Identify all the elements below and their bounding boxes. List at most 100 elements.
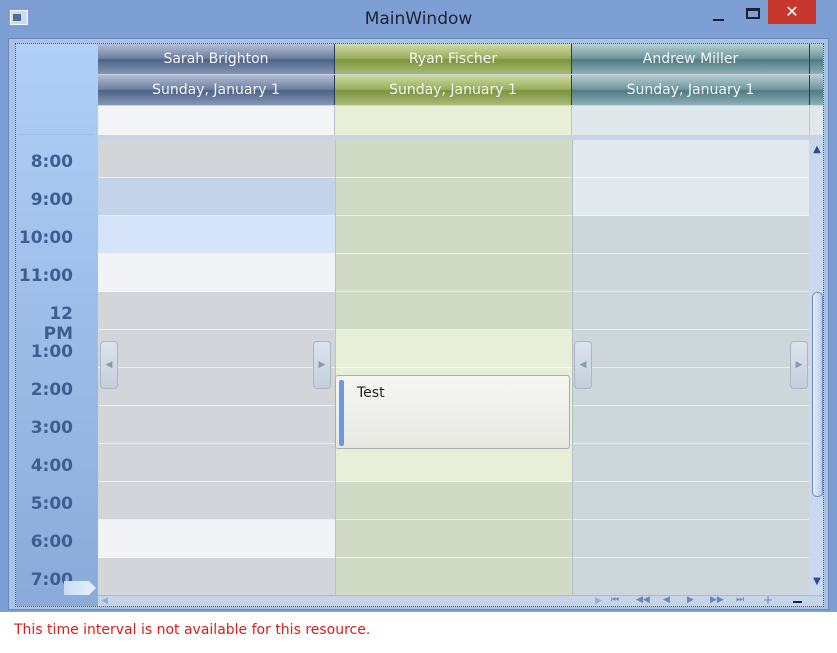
title-bar: MainWindow ✕: [0, 0, 837, 38]
scheduler: 8:00 9:00 10:00 11:00 12 PM 1:00 2:00 3:…: [15, 43, 824, 607]
day-column-sarah[interactable]: [98, 140, 335, 596]
time-slot[interactable]: [573, 254, 809, 292]
status-bar: This time interval is not available for …: [0, 612, 837, 653]
time-label: 3:00: [30, 418, 73, 438]
time-slot[interactable]: [98, 406, 335, 444]
vertical-scroll-thumb[interactable]: [812, 292, 823, 497]
time-label: 5:00: [30, 494, 73, 514]
next-appointment-button[interactable]: ▶: [313, 341, 331, 389]
time-slot[interactable]: [98, 368, 335, 406]
time-label: 2:00: [30, 380, 73, 400]
nav-right-icon: ▶: [318, 360, 326, 370]
scroll-down-icon[interactable]: ▼: [809, 576, 823, 587]
time-label: 8:00: [30, 152, 73, 172]
close-button[interactable]: ✕: [768, 0, 816, 24]
date-header-sarah[interactable]: Sunday, January 1: [98, 75, 335, 105]
appointment-category-bar: [339, 380, 344, 446]
maximize-button[interactable]: [740, 2, 766, 26]
previous-icon[interactable]: ◀: [663, 595, 670, 605]
time-slot[interactable]: [573, 558, 809, 596]
time-slot[interactable]: [573, 368, 809, 406]
previous-page-icon[interactable]: ◀◀: [636, 595, 650, 605]
time-slot[interactable]: [573, 406, 809, 444]
date-header-andrew[interactable]: Sunday, January 1: [572, 75, 810, 105]
time-slot[interactable]: [573, 444, 809, 482]
time-slot[interactable]: [336, 482, 572, 520]
next-icon[interactable]: ▶: [687, 595, 694, 605]
first-page-icon[interactable]: ⏮: [611, 595, 619, 605]
time-slot[interactable]: [573, 178, 809, 216]
time-slot[interactable]: [98, 482, 335, 520]
time-slot[interactable]: [573, 482, 809, 520]
time-slot[interactable]: [98, 292, 335, 330]
time-slot[interactable]: [336, 140, 572, 178]
next-appointment-button[interactable]: ▶: [790, 341, 808, 389]
day-column-andrew[interactable]: [572, 140, 809, 596]
time-label: 9:00: [30, 190, 73, 210]
time-label: 10:00: [18, 228, 73, 248]
client-area: 8:00 9:00 10:00 11:00 12 PM 1:00 2:00 3:…: [8, 38, 829, 610]
prev-appointment-button[interactable]: ◀: [100, 341, 118, 389]
appointment-subject: Test: [357, 385, 385, 401]
time-slot[interactable]: [98, 254, 335, 292]
time-slot[interactable]: [336, 216, 572, 254]
time-slot[interactable]: [336, 178, 572, 216]
status-message: This time interval is not available for …: [14, 622, 371, 638]
time-slot[interactable]: [336, 520, 572, 558]
header-overflow: [810, 75, 823, 105]
zoom-out-icon[interactable]: [793, 601, 802, 603]
close-icon: ✕: [785, 2, 799, 21]
time-slot[interactable]: [98, 178, 335, 216]
time-label: 1:00: [30, 342, 73, 362]
next-page-icon[interactable]: ▶▶: [710, 595, 724, 605]
minimize-button[interactable]: [705, 2, 731, 26]
time-slot[interactable]: [336, 254, 572, 292]
header-overflow: [810, 44, 823, 74]
time-slot[interactable]: [573, 216, 809, 254]
nav-right-icon: ▶: [795, 360, 803, 370]
prev-appointment-button[interactable]: ◀: [574, 341, 592, 389]
minimize-icon: [713, 19, 724, 21]
horizontal-scrollbar[interactable]: ◀ ▶ ⏮ ◀◀ ◀ ▶ ▶▶ ⏭ +: [98, 593, 823, 606]
allday-cell-sarah[interactable]: [98, 106, 335, 135]
allday-cell-overflow: [810, 106, 823, 135]
time-label: 12 PM: [43, 304, 73, 344]
time-slot[interactable]: [98, 140, 335, 178]
time-slot[interactable]: [98, 216, 335, 254]
nav-left-icon: ◀: [105, 360, 113, 370]
last-page-icon[interactable]: ⏭: [736, 595, 744, 605]
time-slot[interactable]: [573, 330, 809, 368]
ruler-arrow-icon: [64, 581, 96, 595]
day-column-ryan[interactable]: [335, 140, 572, 596]
vertical-scrollbar[interactable]: ▲ ▼: [809, 140, 823, 595]
time-slot[interactable]: [98, 558, 335, 596]
allday-cell-andrew[interactable]: [572, 106, 810, 135]
time-ruler: 8:00 9:00 10:00 11:00 12 PM 1:00 2:00 3:…: [16, 44, 98, 606]
time-slot[interactable]: [98, 444, 335, 482]
resource-header-andrew[interactable]: Andrew Miller: [572, 44, 810, 74]
date-header-ryan[interactable]: Sunday, January 1: [335, 75, 572, 105]
time-slot[interactable]: [336, 330, 572, 368]
time-slot[interactable]: [573, 520, 809, 558]
time-slot[interactable]: [336, 292, 572, 330]
nav-left-icon: ◀: [579, 360, 587, 370]
zoom-in-icon[interactable]: +: [763, 593, 773, 606]
scroll-up-icon[interactable]: ▲: [809, 144, 823, 155]
time-slot[interactable]: [336, 444, 572, 482]
ruler-separator: [18, 134, 94, 135]
resource-header-sarah[interactable]: Sarah Brighton: [98, 44, 335, 74]
time-slot[interactable]: [98, 330, 335, 368]
resource-header-ryan[interactable]: Ryan Fischer: [335, 44, 572, 74]
time-slot[interactable]: [573, 140, 809, 178]
time-label: 11:00: [18, 266, 73, 286]
scroll-right-icon[interactable]: ▶: [595, 596, 602, 606]
appointment[interactable]: Test: [335, 375, 570, 449]
allday-cell-ryan[interactable]: [335, 106, 572, 135]
time-slot[interactable]: [573, 292, 809, 330]
maximize-icon: [746, 8, 760, 19]
time-label: 4:00: [30, 456, 73, 476]
time-slot[interactable]: [336, 558, 572, 596]
time-label: 6:00: [30, 532, 73, 552]
scroll-left-icon[interactable]: ◀: [101, 596, 108, 606]
time-slot[interactable]: [98, 520, 335, 558]
